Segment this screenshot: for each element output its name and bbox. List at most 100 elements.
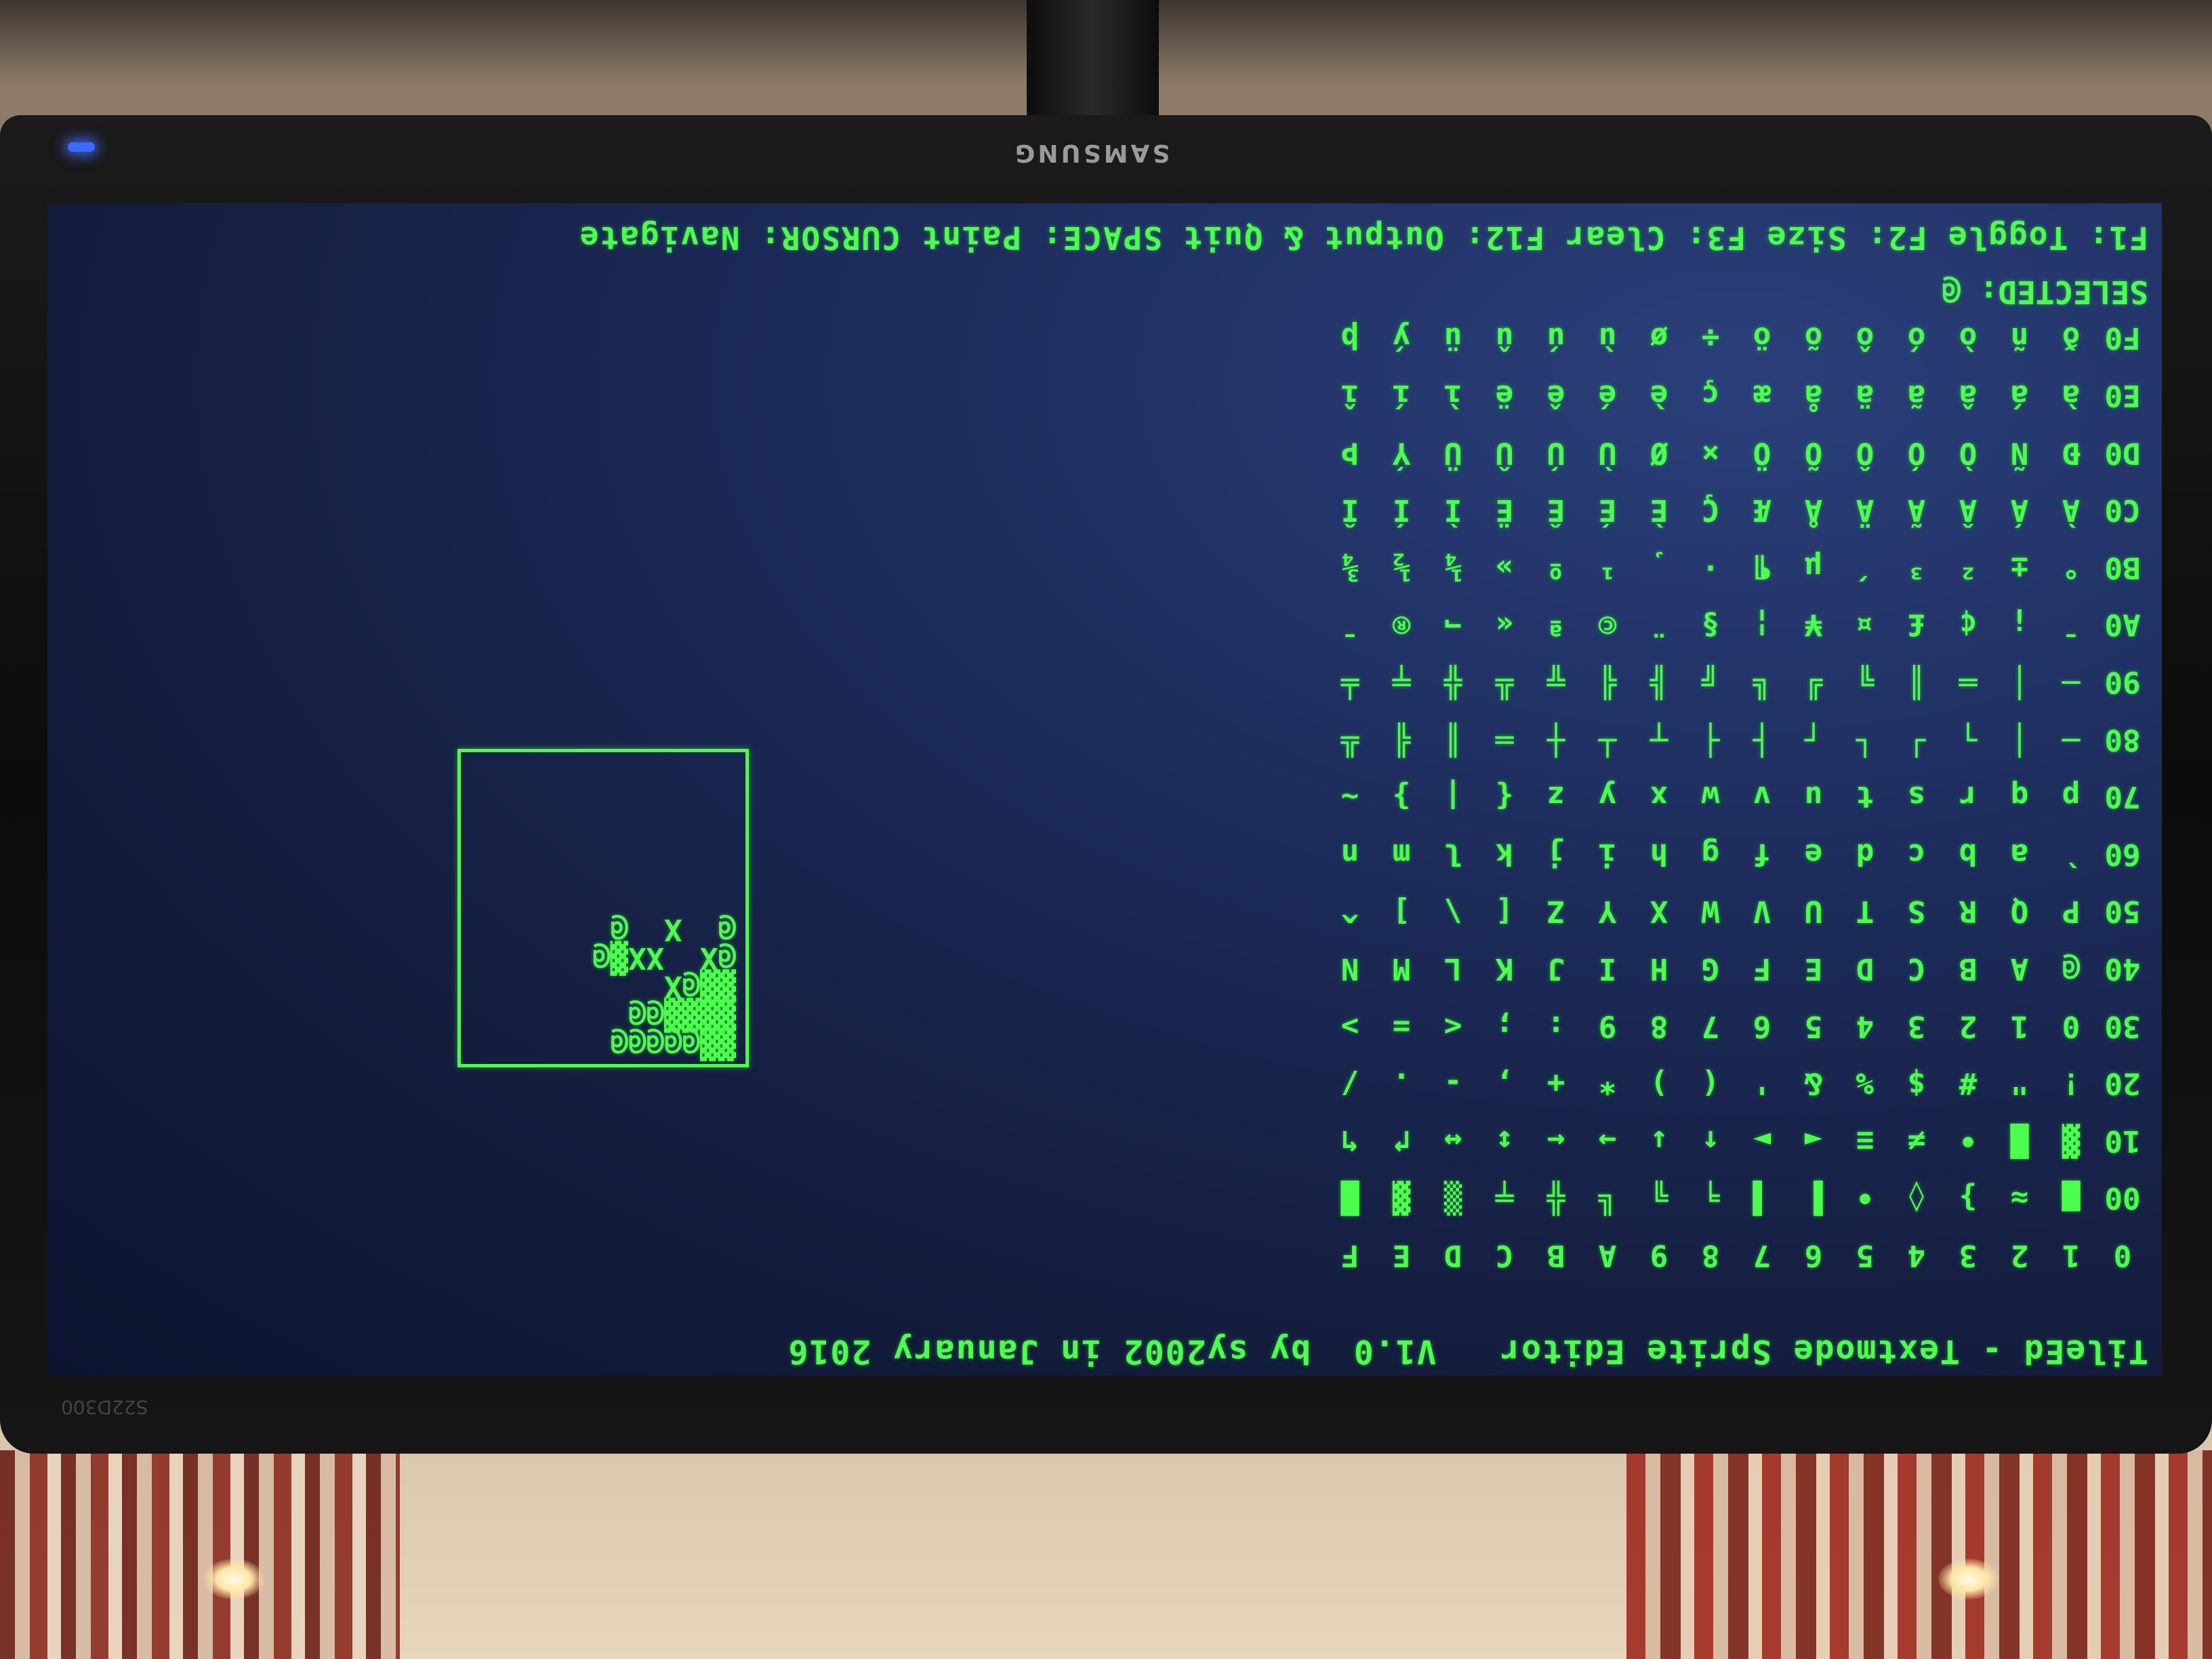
charset-cell[interactable]: ¬ — [1427, 596, 1479, 653]
charset-cell[interactable]: ╚ — [1736, 653, 1788, 710]
charset-cell[interactable]: # — [1942, 1054, 1994, 1112]
charset-cell[interactable]: ╝ — [1788, 653, 1839, 710]
charset-cell[interactable]: r — [1942, 768, 1994, 825]
charset-cell[interactable]: 9 — [1582, 997, 1633, 1054]
charset-cell[interactable]: V — [1736, 882, 1788, 940]
charset-cell[interactable]: s — [1891, 768, 1942, 825]
charset-cell[interactable]: } — [1376, 768, 1427, 825]
charset-cell[interactable]: ú — [1530, 309, 1582, 367]
charset-cell[interactable]: î — [1324, 367, 1376, 424]
charset-cell[interactable]: ` — [2045, 825, 2097, 882]
charset-cell[interactable]: þ — [1324, 309, 1376, 367]
charset-cell[interactable]: • — [1839, 1169, 1891, 1227]
charset-cell[interactable]: ý — [1376, 309, 1427, 367]
charset-cell[interactable]: ╣ — [1582, 653, 1633, 710]
charset-cell[interactable]: § — [1685, 596, 1736, 653]
charset-cell[interactable]: 6 — [1736, 997, 1788, 1054]
charset-cell[interactable]: ╤ — [1376, 653, 1427, 710]
charset-cell[interactable]: d — [1839, 825, 1891, 882]
charset-cell[interactable]: ½ — [1376, 538, 1427, 596]
charset-cell[interactable]: Ú — [1530, 424, 1582, 481]
charset-cell[interactable]: ╗ — [1633, 1169, 1685, 1227]
charset-cell[interactable]: Ù — [1582, 424, 1633, 481]
charset-cell[interactable]: 2 — [1942, 997, 1994, 1054]
charset-cell[interactable]: T — [1839, 882, 1891, 940]
charset-cell[interactable]: à — [2045, 367, 2097, 424]
charset-cell[interactable]: C — [1891, 939, 1942, 997]
charset-cell[interactable]: À — [2045, 481, 2097, 539]
charset-cell[interactable]: D0 — [2097, 424, 2148, 481]
charset-cell[interactable]: N — [1324, 939, 1376, 997]
charset-cell[interactable]: g — [1685, 825, 1736, 882]
charset-cell[interactable]: P — [2045, 882, 2097, 940]
charset-cell[interactable]: È — [1633, 481, 1685, 539]
charset-cell[interactable]: A — [1994, 939, 2045, 997]
charset-cell[interactable]: ╦ — [1530, 653, 1582, 710]
charset-cell[interactable]: ↕ — [1479, 1111, 1530, 1169]
charset-cell[interactable]: ╩ — [1324, 710, 1376, 768]
charset-cell[interactable]: ╤ — [1479, 1169, 1530, 1227]
charset-cell[interactable]: ( — [1685, 1054, 1736, 1112]
charset-cell[interactable]: ä — [1839, 367, 1891, 424]
charset-cell[interactable]: â — [1942, 367, 1994, 424]
charset-cell[interactable]: ¾ — [1324, 538, 1376, 596]
charset-cell[interactable]: 90 — [2097, 653, 2148, 710]
charset-cell[interactable]: Q — [1994, 882, 2045, 940]
charset-cell[interactable]: ð — [2045, 309, 2097, 367]
charset-cell[interactable]: ► — [1736, 1111, 1788, 1169]
charset-cell[interactable]: £ — [1891, 596, 1942, 653]
charset-cell[interactable]: Ã — [1891, 481, 1942, 539]
charset-cell[interactable]: H — [1633, 939, 1685, 997]
charset-cell[interactable]: Ë — [1479, 481, 1530, 539]
charset-cell[interactable]: ö — [1736, 309, 1788, 367]
charset-cell[interactable]: ¡ — [1994, 596, 2045, 653]
charset-cell[interactable]: A — [1582, 1226, 1633, 1284]
charset-cell[interactable]: 8 — [1633, 997, 1685, 1054]
charset-cell[interactable]: B — [1942, 939, 1994, 997]
charset-cell[interactable]: ╚ — [1582, 1169, 1633, 1227]
charset-cell[interactable]: ╠ — [1633, 653, 1685, 710]
charset-cell[interactable]: ª — [1530, 596, 1582, 653]
charset-cell[interactable]: 1 — [2045, 1226, 2097, 1284]
charset-cell[interactable]: 80 — [2097, 710, 2148, 768]
charset-cell[interactable]: ═ — [1942, 653, 1994, 710]
charset-cell[interactable]: ▓ — [2045, 1111, 2097, 1169]
charset-cell[interactable]: ñ — [1994, 309, 2045, 367]
charset-cell[interactable]: ║ — [1891, 653, 1942, 710]
charset-cell[interactable]: ® — [1376, 596, 1427, 653]
charset-cell[interactable]: z — [1530, 768, 1582, 825]
charset-cell[interactable]: ≠ — [1891, 1111, 1942, 1169]
charset-cell[interactable]: - — [1427, 1054, 1479, 1112]
charset-cell[interactable]: F — [1736, 939, 1788, 997]
charset-cell[interactable]: k — [1479, 825, 1530, 882]
charset-cell[interactable]: Á — [1994, 481, 2045, 539]
charset-cell[interactable]: ì — [1427, 367, 1479, 424]
charset-cell[interactable]: ô — [1839, 309, 1891, 367]
charset-cell[interactable]: ╔ — [1685, 653, 1736, 710]
charset-cell[interactable]: ² — [1942, 538, 1994, 596]
charset-cell[interactable]: Y — [1582, 882, 1633, 940]
charset-cell[interactable]: C — [1479, 1226, 1530, 1284]
charset-cell[interactable]: Æ — [1736, 481, 1788, 539]
charset-cell[interactable]: ´ — [1839, 538, 1891, 596]
charset-cell[interactable]: å — [1788, 367, 1839, 424]
charset-cell[interactable]: ▇ — [2045, 1169, 2097, 1227]
charset-cell[interactable]: ▒ — [1427, 1169, 1479, 1227]
charset-cell[interactable]: ü — [1427, 309, 1479, 367]
charset-cell[interactable]: $ — [1891, 1054, 1942, 1112]
charset-cell[interactable]: ÷ — [1685, 309, 1736, 367]
charset-cell[interactable]: { — [1479, 768, 1530, 825]
charset-cell[interactable]: ┘ — [1891, 710, 1942, 768]
charset-cell[interactable]: ◄ — [1788, 1111, 1839, 1169]
charset-cell[interactable]: í — [1376, 367, 1427, 424]
charset-cell[interactable]: ¶ — [1736, 538, 1788, 596]
charset-cell[interactable]: ◊ — [1891, 1169, 1942, 1227]
charset-cell[interactable]: + — [1530, 1054, 1582, 1112]
charset-cell[interactable]: ┌ — [1788, 710, 1839, 768]
charset-cell[interactable]: a — [1994, 825, 2045, 882]
charset-cell[interactable]: Í — [1376, 481, 1427, 539]
charset-cell[interactable]: 1 — [1994, 997, 2045, 1054]
charset-cell[interactable]: ] — [1376, 882, 1427, 940]
charset-cell[interactable]: 3 — [1942, 1226, 1994, 1284]
charset-cell[interactable]: õ — [1788, 309, 1839, 367]
